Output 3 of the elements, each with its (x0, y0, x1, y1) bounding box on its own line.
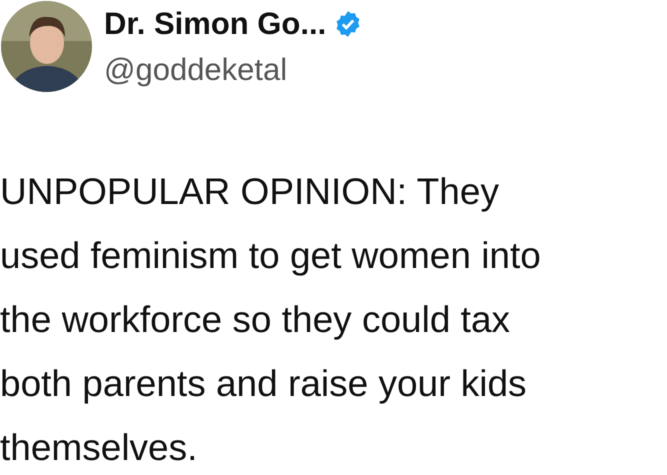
tweet-text: UNPOPULAR OPINION: They used feminism to get women into the workforce so they could tax both parents and raise your kids themselves. (0, 170, 542, 470)
author-name: Dr. Simon Go... (104, 5, 326, 43)
author-handle: @goddeketal (104, 51, 288, 89)
